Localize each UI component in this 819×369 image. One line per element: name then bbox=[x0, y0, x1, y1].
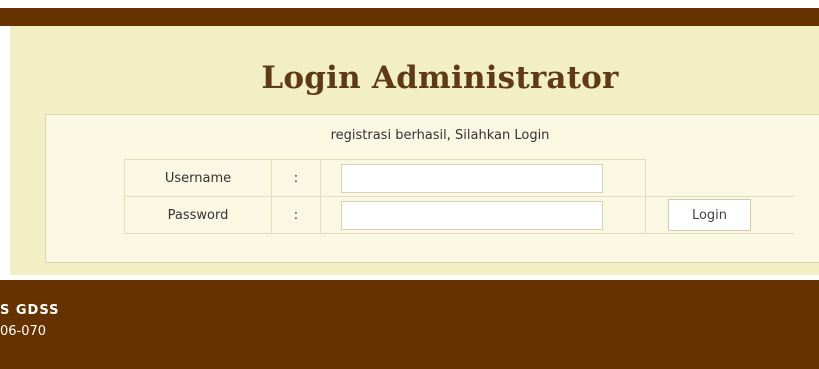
password-cell bbox=[320, 196, 646, 234]
username-cell bbox=[320, 159, 646, 197]
footer-subtitle: 06-070 bbox=[0, 324, 47, 339]
username-row: Username : bbox=[124, 159, 795, 197]
username-label: Username bbox=[124, 159, 272, 197]
empty-cell bbox=[646, 160, 795, 197]
password-row: Password : Login bbox=[124, 196, 794, 234]
login-form: Username : Password : Login bbox=[124, 159, 794, 234]
password-separator: : bbox=[271, 196, 321, 234]
status-message: registrasi berhasil, Silahkan Login bbox=[330, 128, 550, 143]
footer-title: S GDSS bbox=[0, 303, 60, 318]
password-label: Password bbox=[124, 196, 272, 234]
username-separator: : bbox=[271, 159, 321, 197]
login-button[interactable]: Login bbox=[668, 199, 751, 231]
username-input[interactable] bbox=[341, 163, 603, 193]
login-button-cell: Login bbox=[645, 196, 794, 234]
password-input[interactable] bbox=[341, 200, 603, 230]
footer: S GDSS 06-070 bbox=[0, 280, 819, 369]
page-title: Login Administrator bbox=[261, 60, 619, 96]
top-bar bbox=[0, 8, 819, 26]
